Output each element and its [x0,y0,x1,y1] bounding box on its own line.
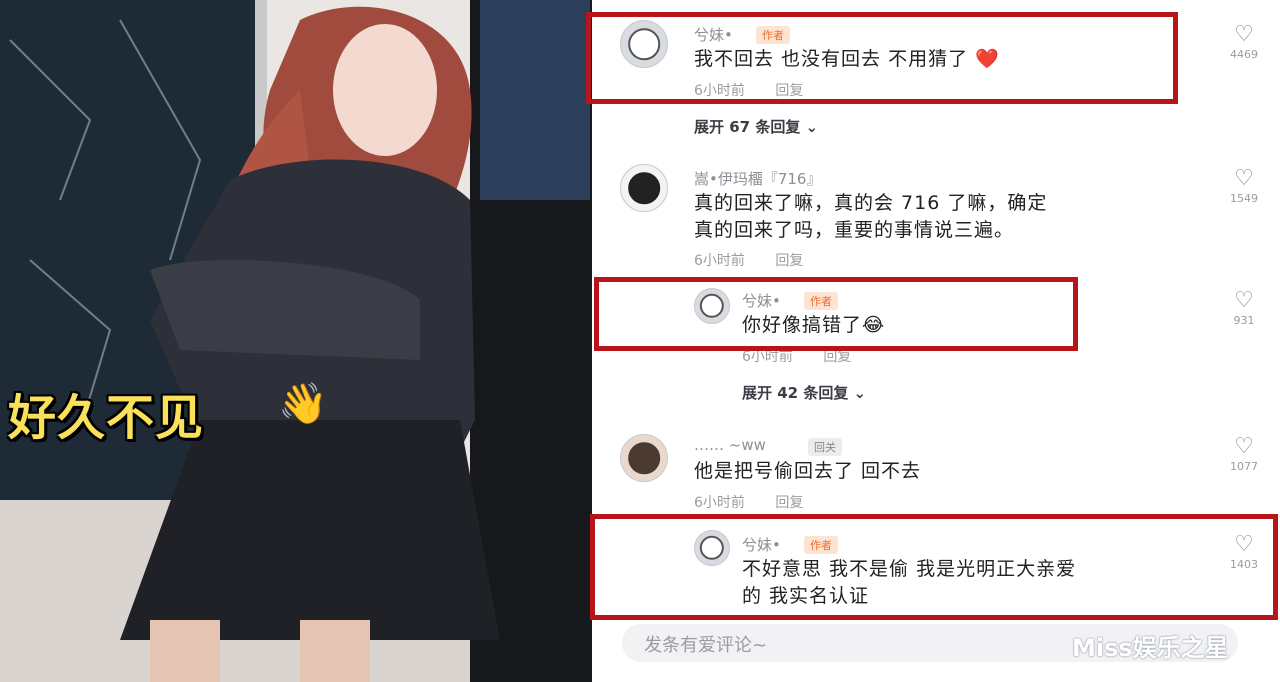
video-photo: 好久不见 👋 [0,0,592,682]
like-count: 1077 [1230,460,1258,473]
comment-time: 6小时前 [694,495,745,511]
comment-meta: 6小时前 回复 [694,492,829,512]
watermark: Miss娱乐之星 [1072,634,1229,662]
comment-time: 6小时前 [694,253,745,269]
reply-button[interactable]: 回复 [823,349,851,365]
comment-text: 真的回来了嘛，真的会 716 了嘛，确定 [694,192,1048,214]
avatar-face [628,172,660,204]
like-count: 4469 [1230,48,1258,61]
mutual-follow-badge: 回关 [808,438,842,456]
expand-replies-button[interactable]: 展开 42 条回复 ⌄ [742,382,866,403]
expand-replies-button[interactable]: 展开 67 条回复 ⌄ [694,116,818,137]
like-button[interactable]: ♡ 1077 [1224,434,1264,474]
reply-button[interactable]: 回复 [775,495,803,511]
heart-outline-icon: ♡ [1234,22,1254,47]
comment-username[interactable]: 嵩•伊玛橊『716』 [694,168,821,189]
avatar[interactable] [620,164,668,212]
like-button[interactable]: ♡ 1549 [1224,166,1264,206]
like-count: 1549 [1230,192,1258,205]
comment-username[interactable]: …… ~ww [694,436,766,454]
waving-hand-icon: 👋 [278,381,328,427]
video-caption: 好久不见 [8,390,205,446]
heart-outline-icon: ♡ [1234,288,1254,313]
avatar-face [628,442,660,474]
comment-input-placeholder: 发条有爱评论~ [644,635,768,656]
highlight-box [590,514,1278,620]
like-count: 931 [1233,314,1255,327]
highlight-box [586,12,1178,104]
heart-outline-icon: ♡ [1234,434,1254,459]
avatar[interactable] [620,434,668,482]
comment-meta: 6小时前 回复 [694,250,829,270]
photo-scene [0,0,592,682]
highlight-box [594,277,1078,351]
heart-outline-icon: ♡ [1234,166,1254,191]
reply-button[interactable]: 回复 [775,253,803,269]
comment-text: 他是把号偷回去了 回不去 [694,460,922,482]
like-button[interactable]: ♡ 931 [1224,288,1264,328]
like-button[interactable]: ♡ 4469 [1224,22,1264,62]
comment-time: 6小时前 [742,349,793,365]
comment-text-line-2: 真的回来了吗，重要的事情说三遍。 [694,219,1015,241]
